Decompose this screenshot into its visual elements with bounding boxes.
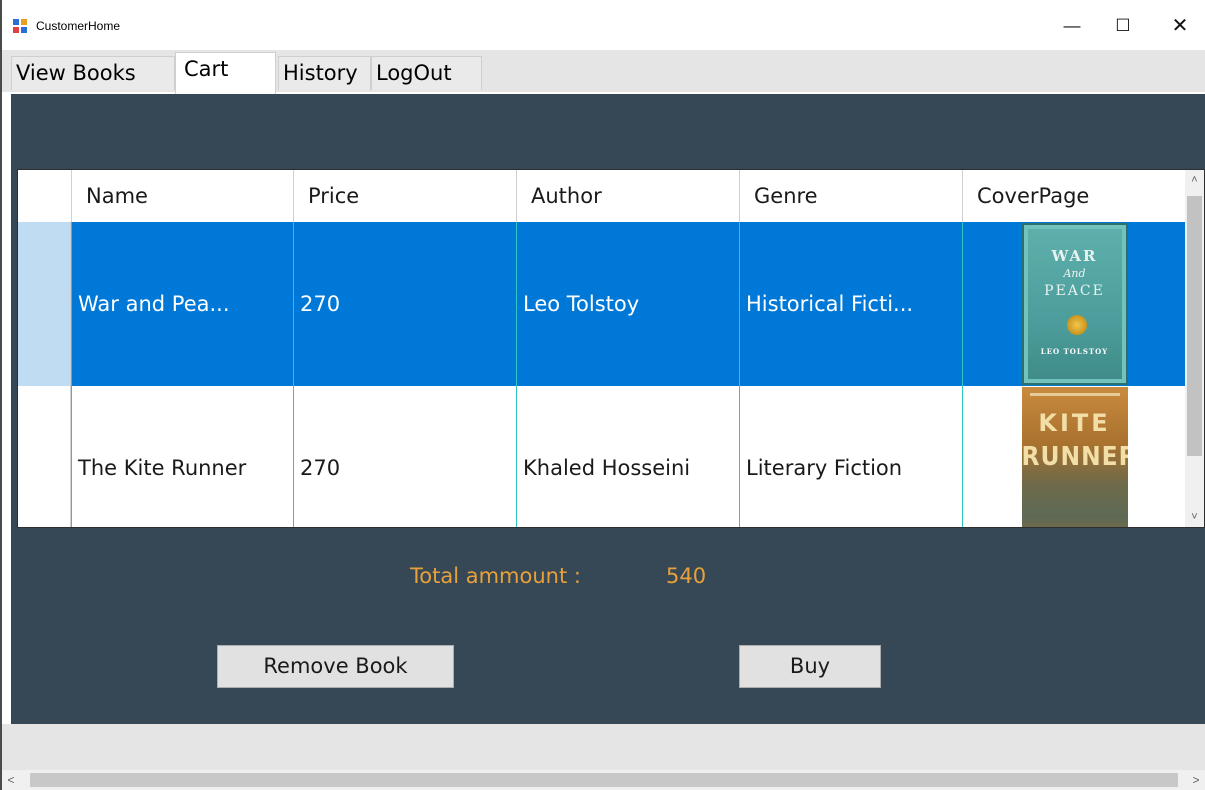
- cell-coverpage[interactable]: KITE RUNNER: [962, 386, 1186, 527]
- cell-genre[interactable]: Literary Fiction: [739, 386, 962, 527]
- cart-grid[interactable]: Name Price Author Genre CoverPage War an…: [17, 169, 1205, 528]
- cell-name[interactable]: War and Pea...: [71, 222, 293, 386]
- cover-text: LEO TOLSTOY: [1040, 347, 1109, 356]
- scroll-down-icon[interactable]: ˅: [1185, 507, 1204, 527]
- cover-text: And: [1063, 267, 1086, 280]
- cell-price[interactable]: 270: [293, 222, 516, 386]
- close-button[interactable]: ✕: [1165, 12, 1195, 40]
- grid-header: Name Price Author Genre CoverPage: [18, 170, 1186, 222]
- horizontal-scrollbar[interactable]: < >: [2, 770, 1205, 790]
- column-header-coverpage[interactable]: CoverPage: [962, 170, 1186, 222]
- scroll-thumb-horizontal[interactable]: [30, 773, 1178, 787]
- tab-view-books[interactable]: View Books: [11, 56, 175, 90]
- table-row[interactable]: The Kite Runner 270 Khaled Hosseini Lite…: [18, 386, 1186, 527]
- column-header-author[interactable]: Author: [516, 170, 739, 222]
- cover-text: KITE: [1038, 409, 1111, 437]
- column-header-genre[interactable]: Genre: [739, 170, 962, 222]
- cell-author[interactable]: Khaled Hosseini: [516, 386, 739, 527]
- cover-emblem: [1066, 315, 1087, 335]
- row-header[interactable]: [18, 222, 71, 386]
- tab-strip: View Books Cart History LogOut: [2, 50, 1205, 94]
- cover-decoration: [1029, 393, 1120, 396]
- bottom-area: [2, 724, 1205, 770]
- book-cover-image: KITE RUNNER: [1021, 387, 1128, 527]
- vertical-scrollbar[interactable]: ˄ ˅: [1185, 170, 1204, 527]
- tab-logout[interactable]: LogOut: [371, 56, 482, 90]
- book-cover-image: WAR And PEACE LEO TOLSTOY: [1021, 223, 1128, 385]
- total-amount-label: Total ammount :: [410, 564, 581, 588]
- cell-coverpage[interactable]: WAR And PEACE LEO TOLSTOY: [962, 222, 1186, 386]
- cell-genre[interactable]: Historical Ficti...: [739, 222, 962, 386]
- scroll-thumb[interactable]: [1187, 196, 1202, 456]
- app-icon: [12, 18, 28, 34]
- total-amount-value: 540: [666, 564, 707, 588]
- scroll-right-icon[interactable]: >: [1187, 770, 1205, 790]
- row-header[interactable]: [18, 386, 71, 527]
- cell-price[interactable]: 270: [293, 386, 516, 527]
- customer-home-window: CustomerHome — ☐ ✕ View Books Cart Histo…: [0, 0, 1205, 790]
- title-bar: CustomerHome — ☐ ✕: [2, 0, 1205, 50]
- cell-author[interactable]: Leo Tolstoy: [516, 222, 739, 386]
- maximize-button[interactable]: ☐: [1108, 12, 1138, 40]
- cover-text: RUNNER: [1021, 442, 1128, 472]
- tab-history[interactable]: History: [278, 56, 371, 90]
- table-row[interactable]: War and Pea... 270 Leo Tolstoy Historica…: [18, 222, 1186, 386]
- minimize-button[interactable]: —: [1057, 12, 1087, 40]
- window-title: CustomerHome: [36, 19, 121, 33]
- cover-text: WAR: [1051, 247, 1098, 265]
- cell-name[interactable]: The Kite Runner: [71, 386, 293, 527]
- tab-cart[interactable]: Cart: [175, 52, 276, 94]
- column-header-price[interactable]: Price: [293, 170, 516, 222]
- column-header-name[interactable]: Name: [71, 170, 293, 222]
- scroll-up-icon[interactable]: ˄: [1185, 170, 1204, 190]
- remove-book-button[interactable]: Remove Book: [217, 645, 454, 688]
- scroll-left-icon[interactable]: <: [2, 770, 20, 790]
- buy-button[interactable]: Buy: [739, 645, 881, 688]
- cover-text: PEACE: [1044, 283, 1105, 299]
